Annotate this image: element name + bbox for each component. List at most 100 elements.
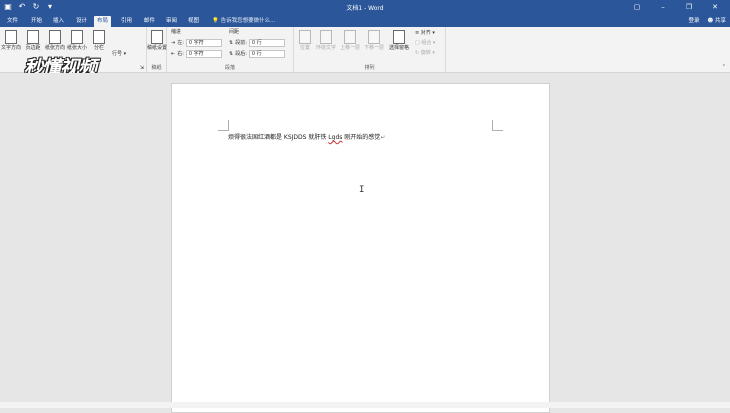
document-page[interactable]: 烦得很法国红酒都是 KSJDDS 就肝铁 Lgds 刚开始的感觉↵ I — [171, 83, 550, 413]
bring-forward-button[interactable]: 上移一层 — [339, 30, 361, 51]
paragraph-group-label: 段落 — [224, 65, 235, 71]
group-arrange: 位置 环绕文字 上移一层 下移一层 选择窗格 ≡ 对齐 ▾ □ 组合 ▾ ↻ 旋… — [294, 27, 446, 73]
restore-icon[interactable]: ❐ — [676, 0, 702, 14]
group-paragraph: 缩进 间距 ⇥ 左: 0 字符 ⇤ 右: 0 字符 ⇅ 段前: 0 行 ⇅ 段后… — [167, 27, 294, 73]
person-icon: ☻ — [707, 18, 714, 24]
columns-button[interactable]: 分栏 — [88, 30, 110, 51]
spacing-after-label: 段后: — [235, 51, 247, 57]
draft-settings-button[interactable]: 稿纸设置 — [146, 30, 168, 51]
status-bar — [0, 402, 730, 408]
size-icon — [71, 30, 83, 44]
indent-heading: 缩进 — [171, 29, 182, 35]
document-body-text[interactable]: 烦得很法国红酒都是 KSJDDS 就肝铁 Lgds 刚开始的感觉↵ — [228, 132, 385, 141]
draft-paper-icon — [151, 30, 163, 44]
tab-review[interactable]: 审阅 — [163, 16, 180, 27]
position-label: 位置 — [299, 45, 310, 51]
close-icon[interactable]: ✕ — [702, 0, 728, 14]
ribbon: 文字方向 页边距 纸张方向 纸张大小 分栏 行号 ▾ 页面设置 ⇲ 秒懂视频 稿… — [0, 27, 730, 79]
indent-right-icon: ⇤ — [171, 51, 176, 57]
columns-icon — [93, 30, 105, 44]
tab-mailings[interactable]: 邮件 — [141, 16, 158, 27]
login-button[interactable]: 登录 — [688, 16, 699, 26]
group-icon: □ — [415, 40, 420, 46]
tab-insert[interactable]: 插入 — [50, 16, 67, 27]
group-button[interactable]: □ 组合 ▾ — [415, 40, 435, 47]
share-button[interactable]: ☻ 共享 — [708, 16, 727, 26]
body-text-start: 烦得很法国红酒都是 KSJDDS 就肝铁 — [228, 134, 329, 141]
tab-references[interactable]: 引用 — [118, 16, 135, 27]
wrap-text-icon — [320, 30, 332, 44]
position-icon — [299, 30, 311, 44]
body-text-end: 刚开始的感觉 — [342, 134, 381, 141]
margins-button[interactable]: 页边距 — [22, 30, 44, 51]
wrap-text-button[interactable]: 环绕文字 — [315, 30, 337, 51]
columns-label: 分栏 — [93, 45, 104, 51]
size-button[interactable]: 纸张大小 — [66, 30, 88, 51]
spacing-after-field: ⇅ 段后: 0 行 — [229, 50, 285, 58]
text-direction-icon — [5, 30, 17, 44]
misspelled-word[interactable]: Lgds — [328, 134, 342, 141]
margin-corner-top-right — [492, 120, 503, 131]
group-label: 组合 — [421, 40, 432, 46]
indent-right-input[interactable]: 0 字符 — [185, 50, 222, 58]
text-direction-button[interactable]: 文字方向 — [0, 30, 22, 51]
spacing-before-label: 段前: — [235, 40, 247, 46]
margins-icon — [27, 30, 39, 44]
document-area[interactable]: 烦得很法国红酒都是 KSJDDS 就肝铁 Lgds 刚开始的感觉↵ I — [0, 73, 730, 413]
text-direction-label: 文字方向 — [0, 45, 21, 51]
tab-layout[interactable]: 布局 — [94, 16, 112, 27]
indent-left-label: 左: — [177, 40, 184, 46]
bring-forward-label: 上移一层 — [339, 45, 360, 51]
selection-pane-label: 选择窗格 — [388, 45, 409, 51]
wrap-text-label: 环绕文字 — [315, 45, 336, 51]
ribbon-tab-bar: 文件 开始 插入 设计 布局 引用 邮件 审阅 视图 💡 告诉我您想要做什么..… — [0, 14, 730, 27]
title-bar: ▣ ↶ ↻ ▾ 文档1 - Word ▢ – ❐ ✕ — [0, 0, 730, 14]
tab-view[interactable]: 视图 — [185, 16, 202, 27]
rotate-icon: ↻ — [415, 50, 420, 56]
rotate-button[interactable]: ↻ 旋转 ▾ — [415, 50, 435, 57]
tab-design[interactable]: 设计 — [73, 16, 90, 27]
align-button[interactable]: ≡ 对齐 ▾ — [415, 30, 435, 37]
spacing-heading: 间距 — [229, 29, 240, 35]
paragraph-mark: ↵ — [380, 134, 386, 141]
indent-right-field: ⇤ 右: 0 字符 — [171, 50, 222, 58]
selection-pane-button[interactable]: 选择窗格 — [388, 30, 410, 51]
line-numbers-label: 行号 — [112, 51, 123, 57]
send-backward-button[interactable]: 下移一层 — [363, 30, 385, 51]
position-button[interactable]: 位置 — [294, 30, 316, 51]
orientation-icon — [49, 30, 61, 44]
send-backward-icon — [368, 30, 380, 44]
indent-left-input[interactable]: 0 字符 — [185, 39, 222, 47]
group-draft: 稿纸设置 稿纸 — [147, 27, 167, 73]
arrange-group-label: 排列 — [364, 65, 375, 71]
ribbon-display-icon[interactable]: ▢ — [624, 0, 650, 14]
draft-group-label: 稿纸 — [151, 65, 162, 71]
text-cursor-icon: I — [359, 185, 365, 195]
spacing-before-field: ⇅ 段前: 0 行 — [229, 39, 285, 47]
dialog-launcher-icon[interactable]: ⇲ — [140, 65, 144, 71]
minimize-icon[interactable]: – — [650, 0, 676, 14]
send-backward-label: 下移一层 — [363, 45, 384, 51]
margins-label: 页边距 — [25, 45, 41, 51]
collapse-ribbon-icon[interactable]: ⌃ — [722, 64, 726, 70]
tab-file[interactable]: 文件 — [4, 16, 21, 27]
spacing-after-icon: ⇅ — [229, 51, 234, 57]
tab-home[interactable]: 开始 — [28, 16, 45, 27]
window-controls: ▢ – ❐ ✕ — [624, 0, 728, 14]
tell-me-text: 告诉我您想要做什么... — [220, 18, 276, 24]
margin-corner-top-left — [218, 120, 229, 131]
tell-me-box[interactable]: 💡 告诉我您想要做什么... — [212, 16, 275, 26]
indent-left-field: ⇥ 左: 0 字符 — [171, 39, 222, 47]
line-numbers-button[interactable]: 行号 ▾ — [112, 51, 126, 58]
indent-right-label: 右: — [177, 51, 184, 57]
size-label: 纸张大小 — [66, 45, 87, 51]
spacing-before-icon: ⇅ — [229, 40, 234, 46]
orientation-button[interactable]: 纸张方向 — [44, 30, 66, 51]
lightbulb-icon: 💡 — [212, 18, 219, 24]
share-label: 共享 — [714, 18, 726, 24]
spacing-before-input[interactable]: 0 行 — [248, 39, 285, 47]
align-label: 对齐 — [420, 30, 431, 36]
spacing-after-input[interactable]: 0 行 — [248, 50, 285, 58]
window-title: 文档1 - Word — [346, 5, 384, 12]
orientation-label: 纸张方向 — [44, 45, 65, 51]
